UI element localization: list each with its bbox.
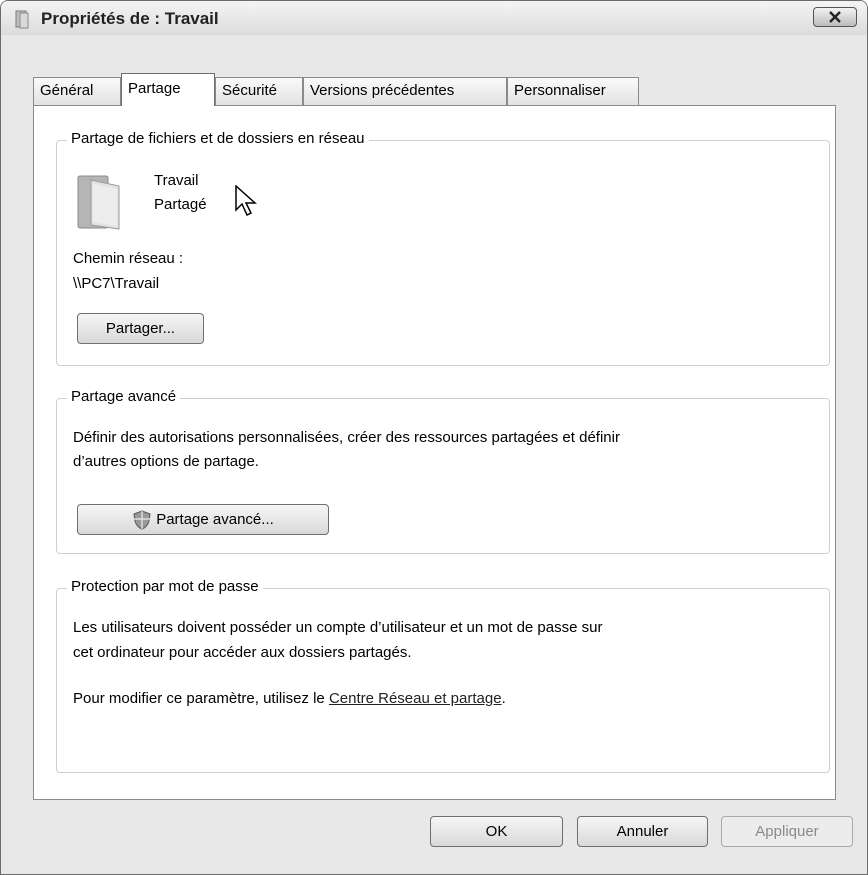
- apply-button[interactable]: Appliquer: [721, 816, 853, 847]
- folder-status: Partagé: [154, 196, 207, 213]
- advanced-sharing-group: Partage avancé Définir des autorisations…: [56, 388, 830, 554]
- advanced-sharing-description: d’autres options de partage.: [73, 453, 259, 470]
- folder-icon: [77, 175, 120, 230]
- group-title: Protection par mot de passe: [67, 578, 263, 595]
- cancel-button[interactable]: Annuler: [577, 816, 708, 847]
- mouse-cursor-icon: [235, 185, 257, 217]
- folder-name: Travail: [154, 172, 199, 189]
- share-button[interactable]: Partager...: [77, 313, 204, 344]
- window-title: Propriétés de : Travail: [41, 9, 219, 28]
- network-path-value: \\PC7\Travail: [73, 275, 160, 292]
- close-button[interactable]: [813, 7, 857, 27]
- tab-customize[interactable]: Personnaliser: [507, 77, 639, 105]
- shield-icon: [133, 509, 151, 530]
- tab-security[interactable]: Sécurité: [215, 77, 303, 105]
- folder-icon: [15, 10, 29, 29]
- password-description: Les utilisateurs doivent posséder un com…: [73, 619, 603, 636]
- modify-setting-text: Pour modifier ce paramètre, utilisez le …: [73, 690, 506, 707]
- network-path-label: Chemin réseau :: [73, 250, 184, 267]
- password-protection-group: Protection par mot de passe Les utilisat…: [56, 578, 830, 773]
- title-bar: Propriétés de : Travail: [1, 1, 867, 35]
- group-title: Partage de fichiers et de dossiers en ré…: [67, 130, 369, 147]
- group-title: Partage avancé: [67, 388, 181, 405]
- sharing-panel: Partage de fichiers et de dossiers en ré…: [33, 105, 836, 800]
- ok-button[interactable]: OK: [430, 816, 563, 847]
- close-icon: [829, 11, 841, 23]
- properties-dialog: Propriétés de : Travail Général Partage …: [0, 0, 868, 875]
- tab-general[interactable]: Général: [33, 77, 121, 105]
- network-sharing-group: Partage de fichiers et de dossiers en ré…: [56, 130, 830, 366]
- advanced-sharing-description: Définir des autorisations personnalisées…: [73, 429, 620, 446]
- advanced-sharing-button[interactable]: Partage avancé...: [77, 504, 329, 535]
- password-description: cet ordinateur pour accéder aux dossiers…: [73, 644, 412, 661]
- tab-sharing[interactable]: Partage: [121, 73, 215, 106]
- tab-previous-versions[interactable]: Versions précédentes: [303, 77, 507, 105]
- network-center-link[interactable]: Centre Réseau et partage: [329, 690, 502, 707]
